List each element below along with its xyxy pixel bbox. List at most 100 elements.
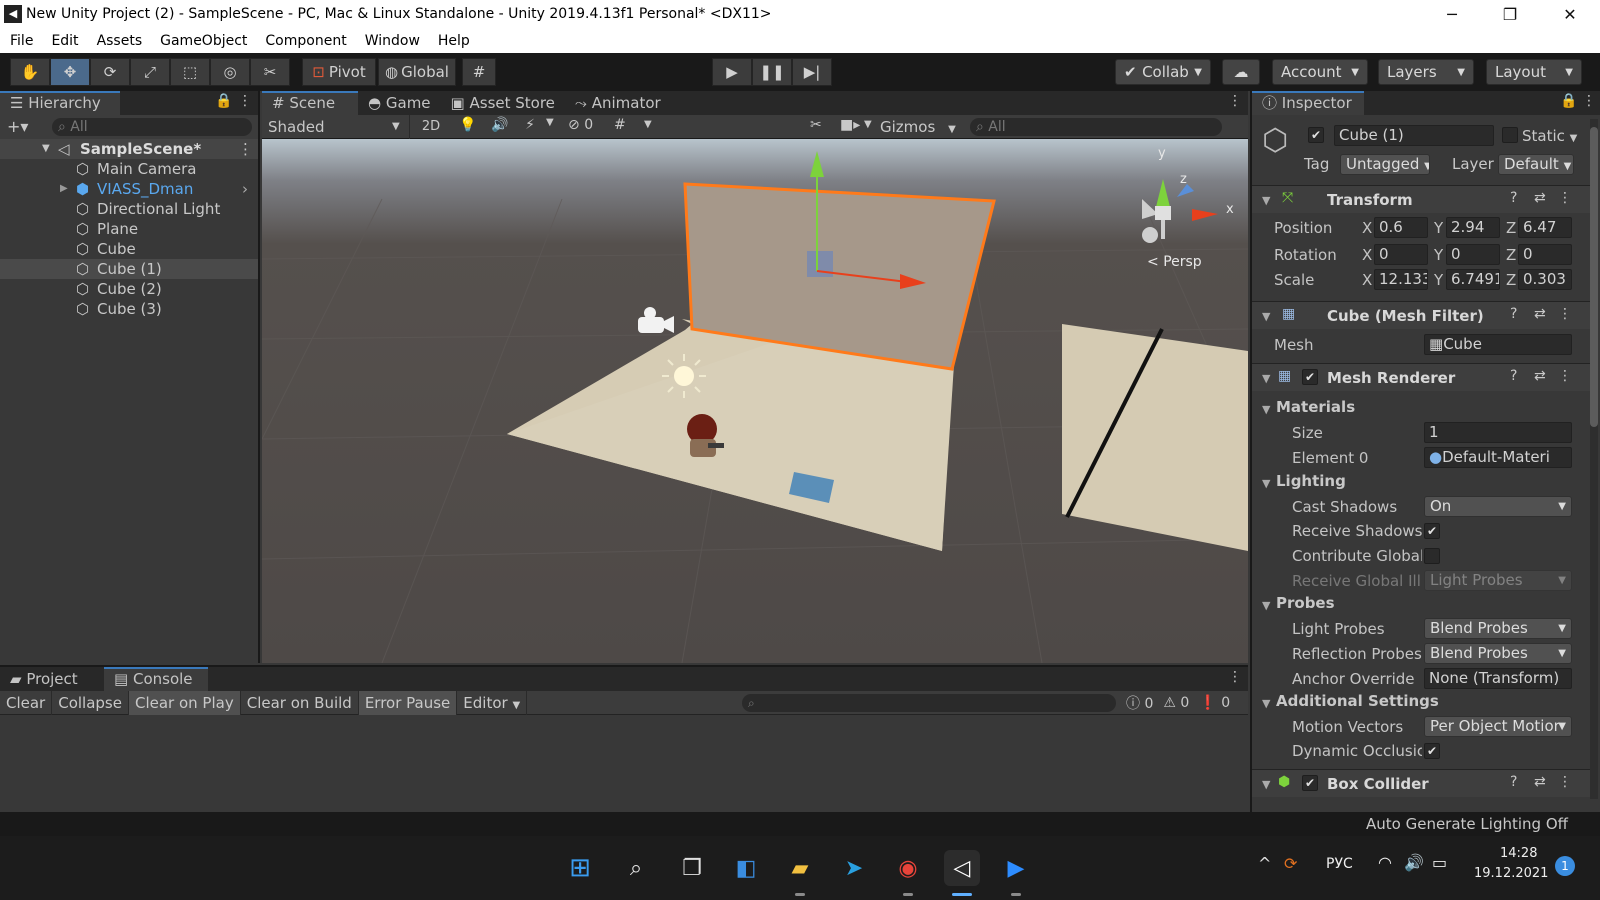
clock-date[interactable]: 19.12.2021 [1474,866,1548,881]
editor-dropdown[interactable]: Editor ▼ [457,690,528,715]
step-button[interactable]: ▶| [792,58,832,86]
position-y-field[interactable]: 2.94 [1446,217,1500,238]
error-pause-toggle[interactable]: Error Pause [358,690,458,715]
clear-button[interactable]: Clear [0,690,53,715]
menu-gameobject[interactable]: GameObject [151,30,256,53]
wifi-icon[interactable]: ◠ [1378,853,1392,872]
create-plus-icon[interactable]: +▾ [7,117,28,136]
chevron-down-icon[interactable]: ▼ [1262,697,1270,710]
language-indicator[interactable]: РУС [1326,856,1353,872]
light-probes-dropdown[interactable]: Blend Probes ▼ [1424,618,1572,639]
inspector-scrollbar[interactable] [1590,119,1598,799]
rotation-x-field[interactable]: 0 [1374,244,1428,265]
tab-project[interactable]: ▰ Project [0,667,104,691]
account-dropdown[interactable]: Account ▼ [1272,59,1368,85]
2d-toggle[interactable]: 2D [416,115,446,139]
scale-tool-icon[interactable]: ⤢ [130,58,170,86]
zoom-icon[interactable]: ▶ [998,850,1034,886]
chevron-down-icon[interactable]: ▼ [1262,194,1270,207]
volume-icon[interactable]: 🔊 [1404,853,1424,872]
shading-mode-dropdown[interactable]: Shaded ▼ [262,115,410,139]
probes-foldout[interactable]: Probes [1276,594,1335,612]
box-collider-header[interactable]: ▼ ⬢ ✔ Box Collider ? ⇄ ⋮ [1252,769,1592,797]
effects-toggle-icon[interactable]: ⚡ [518,117,542,133]
persp-label[interactable]: < Persp [1147,254,1202,270]
mesh-renderer-header[interactable]: ▼ ▦ ✔ Mesh Renderer ? ⇄ ⋮ [1252,363,1592,391]
scene-render[interactable]: y z x < Persp [262,139,1248,663]
grid-toggle-icon[interactable]: # [614,117,626,133]
windows-start-icon[interactable]: ⊞ [562,850,598,886]
cast-shadows-dropdown[interactable]: On ▼ [1424,496,1572,517]
menu-file[interactable]: File [1,30,42,53]
clock-time[interactable]: 14:28 [1500,846,1537,861]
file-explorer-icon[interactable]: ▰ [782,850,818,886]
preset-icon[interactable]: ⇄ [1534,190,1546,206]
inspector-scrollbar-thumb[interactable] [1590,127,1598,427]
play-button[interactable]: ▶ [712,58,752,86]
lighting-toggle-icon[interactable]: 💡 [456,117,480,133]
pivot-toggle[interactable]: ⊡ Pivot [302,58,376,86]
help-icon[interactable]: ? [1510,306,1517,322]
collapse-button[interactable]: Collapse [52,690,129,715]
custom-tool-icon[interactable]: ✂ [250,58,290,86]
tab-scene[interactable]: # Scene [262,91,358,115]
maximize-button[interactable]: ❐ [1490,2,1530,28]
scale-y-field[interactable]: 6.7491 [1446,269,1500,290]
tab-asset-store[interactable]: ▣ Asset Store [441,91,565,115]
close-button[interactable]: ✕ [1550,2,1590,28]
console-search-input[interactable]: ⌕ [742,694,1116,712]
tab-game[interactable]: ◓ Game [358,91,441,115]
scale-x-field[interactable]: 12.133 [1374,269,1428,290]
scene-viewport[interactable]: y z x < Persp [262,139,1248,663]
materials-foldout[interactable]: Materials [1276,398,1355,416]
scene-search-input[interactable]: ⌕ All [970,118,1222,136]
battery-icon[interactable]: ▭ [1432,853,1447,872]
lighting-foldout[interactable]: Lighting [1276,472,1346,490]
chevron-down-icon[interactable]: ▼ [1262,310,1270,323]
active-checkbox[interactable]: ✔ [1308,127,1324,143]
chevron-down-icon[interactable]: ▼ [644,119,652,130]
more-icon[interactable]: ⋮ [1558,306,1572,322]
chevron-down-icon[interactable]: ▼ [1262,599,1270,612]
hierarchy-item[interactable]: ⬡ Cube (2) [0,279,258,299]
hierarchy-search-input[interactable]: ⌕ All [52,118,252,136]
layout-dropdown[interactable]: Layout ▼ [1486,59,1582,85]
scene-root-row[interactable]: ▼ ◁ SampleScene* ⋮ [0,139,258,159]
preset-icon[interactable]: ⇄ [1534,306,1546,322]
warning-toggle[interactable]: ⚠ 0 [1163,695,1189,711]
position-x-field[interactable]: 0.6 [1374,217,1428,238]
collab-dropdown[interactable]: ✔ Collab ▼ [1115,59,1211,85]
tag-dropdown[interactable]: Untagged ▼ [1340,154,1430,175]
size-field[interactable]: 1 [1424,422,1572,443]
sync-icon[interactable]: ⟳ [1284,854,1297,873]
more-icon[interactable]: ⋮ [1228,93,1242,109]
element0-object-field[interactable]: ●Default-Materi [1424,447,1572,468]
grid-snap-icon[interactable]: # [462,58,496,86]
widgets-icon[interactable]: ◧ [728,850,764,886]
menu-assets[interactable]: Assets [88,30,152,53]
box-collider-enabled-checkbox[interactable]: ✔ [1302,775,1318,791]
gizmos-dropdown[interactable]: Gizmos ▼ [876,115,960,139]
search-icon[interactable]: ⌕ [618,850,654,886]
mesh-object-field[interactable]: ▦Cube [1424,334,1572,355]
transform-tool-icon[interactable]: ◎ [210,58,250,86]
transform-header[interactable]: ▼ ⤧ Transform ? ⇄ ⋮ [1252,185,1592,213]
receive-shadows-checkbox[interactable]: ✔ [1424,523,1440,539]
cloud-icon[interactable]: ☁ [1222,59,1260,85]
notification-badge[interactable]: 1 [1555,856,1575,876]
anchor-override-field[interactable]: None (Transform) [1424,668,1572,689]
chevron-down-icon[interactable]: ▼ [42,139,50,159]
tab-inspector[interactable]: ⓘ Inspector [1252,91,1364,115]
more-icon[interactable]: ⋮ [1558,368,1572,384]
help-icon[interactable]: ? [1510,368,1517,384]
scale-z-field[interactable]: 0.303 [1518,269,1572,290]
hierarchy-item[interactable]: ▶ ⬢ VIASS_Dman › [0,179,258,199]
more-icon[interactable]: ⋮ [1558,190,1572,206]
more-icon[interactable]: ⋮ [1558,774,1572,790]
lock-icon[interactable]: 🔒 [1560,93,1577,109]
hierarchy-item-selected[interactable]: ⬡ Cube (1) [0,259,258,279]
static-checkbox[interactable] [1502,127,1518,143]
chevron-down-icon[interactable]: ▼ [1262,372,1270,385]
menu-edit[interactable]: Edit [42,30,87,53]
chevron-right-icon[interactable]: ▶ [60,179,68,199]
